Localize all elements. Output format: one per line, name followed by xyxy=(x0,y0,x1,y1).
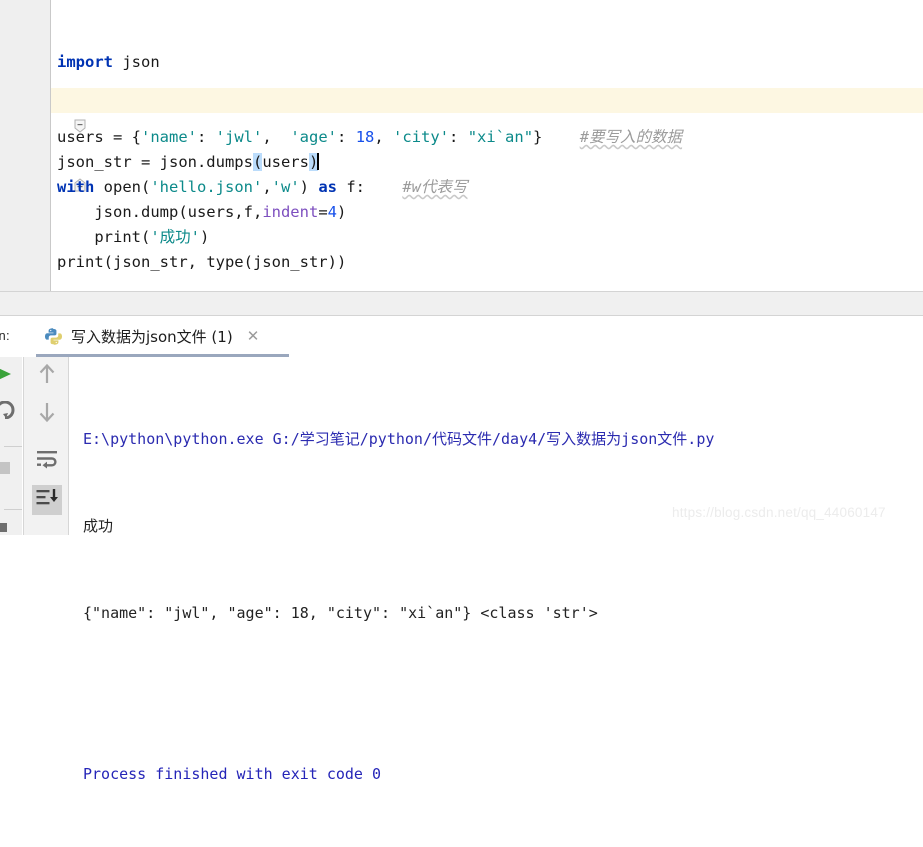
code-token: : xyxy=(449,128,468,146)
code-token: open( xyxy=(94,178,151,196)
code-token: 'name' xyxy=(141,128,197,146)
scroll-up-button[interactable] xyxy=(32,361,62,391)
console-spacer xyxy=(83,686,923,702)
code-token: with xyxy=(57,178,95,196)
code-text-area[interactable]: import json users = {'name': 'jwl', 'age'… xyxy=(51,0,923,291)
code-token: } xyxy=(533,128,543,146)
code-token: json_str = json.dumps xyxy=(57,153,253,171)
line-blank-2[interactable] xyxy=(51,100,923,125)
console-exit-line: Process finished with exit code 0 xyxy=(83,765,382,783)
code-token: = xyxy=(318,203,328,221)
stop-button[interactable] xyxy=(0,459,18,481)
line-users[interactable]: users = {'name': 'jwl', 'age': 18, 'city… xyxy=(51,125,923,150)
editor-left-margin xyxy=(0,0,36,291)
code-editor[interactable]: import json users = {'name': 'jwl', 'age'… xyxy=(0,0,923,291)
arrow-down-icon xyxy=(36,400,58,428)
text-caret xyxy=(317,153,320,170)
code-token: as xyxy=(318,178,337,196)
toolbar-divider xyxy=(4,509,22,510)
python-icon xyxy=(44,327,63,346)
console-command-line: E:\python\python.exe G:/学习笔记/python/代码文件… xyxy=(83,430,715,448)
code-token: 'jwl' xyxy=(215,128,263,146)
code-token: users xyxy=(262,153,309,171)
line-print-success[interactable]: print('成功') xyxy=(51,225,923,250)
code-lines: import json users = {'name': 'jwl', 'age'… xyxy=(51,50,923,275)
line-json-str[interactable]: json_str = json.dumps(users) xyxy=(51,150,923,175)
line-blank-1[interactable] xyxy=(51,75,923,100)
code-token: : xyxy=(197,128,216,146)
code-token: (json_str)) xyxy=(243,253,347,271)
code-comment: #要写入的数据 xyxy=(579,128,683,146)
code-token: 'age' xyxy=(290,128,338,146)
rerun-button[interactable] xyxy=(0,400,18,423)
code-token: , xyxy=(262,178,272,196)
panel-splitter[interactable] xyxy=(0,291,923,316)
scroll-to-end-button[interactable] xyxy=(32,485,62,515)
code-token: indent xyxy=(262,203,319,221)
code-token: ( xyxy=(252,153,263,171)
run-button[interactable] xyxy=(0,365,18,387)
code-gap xyxy=(542,128,579,146)
code-token: 18 xyxy=(355,128,375,146)
close-icon[interactable]: ✕ xyxy=(247,329,260,344)
scroll-to-end-icon xyxy=(35,487,59,513)
code-token: ) xyxy=(337,203,347,221)
code-token: , xyxy=(374,128,394,146)
run-tool-window-label: un: xyxy=(0,328,10,343)
editor-gutter[interactable] xyxy=(36,0,86,291)
code-token: ) xyxy=(299,178,319,196)
watermark: https://blog.csdn.net/qq_44060147 xyxy=(672,505,886,520)
toolbar-divider xyxy=(4,446,22,447)
code-token: 'city' xyxy=(393,128,450,146)
line-import[interactable]: import json xyxy=(51,50,923,75)
soft-wrap-icon xyxy=(35,447,59,473)
code-token: print(json_str, xyxy=(57,253,207,271)
code-token: , xyxy=(262,128,291,146)
line-with-open[interactable]: with open('hello.json','w') as f: #w代表写 xyxy=(51,175,923,200)
code-token: : xyxy=(337,128,356,146)
code-comment: #w代表写 xyxy=(402,178,468,196)
code-token: 'hello.json' xyxy=(150,178,263,196)
code-token: 'w' xyxy=(271,178,300,196)
code-token: print( xyxy=(57,228,151,246)
run-tab-title: 写入数据为json文件 (1) xyxy=(71,328,233,346)
code-gap xyxy=(365,178,402,196)
run-configuration-tab[interactable]: 写入数据为json文件 (1) ✕ xyxy=(36,316,263,357)
run-tab-bar: un: 写入数据为json文件 (1) ✕ xyxy=(0,316,923,357)
code-token: '成功' xyxy=(150,228,200,246)
pin-button[interactable] xyxy=(0,519,18,541)
scroll-down-button[interactable] xyxy=(32,399,62,429)
code-token: import xyxy=(57,53,113,71)
code-token: type xyxy=(206,253,244,271)
console-toolbar[interactable] xyxy=(23,357,69,535)
soft-wrap-button[interactable] xyxy=(32,445,62,475)
code-token: ) xyxy=(200,228,210,246)
code-token: users = { xyxy=(57,128,141,146)
line-print-jsonstr[interactable]: print(json_str, type(json_str)) xyxy=(51,250,923,275)
line-json-dump[interactable]: json.dump(users,f,indent=4) xyxy=(51,200,923,225)
run-tool-window: un: 写入数据为json文件 (1) ✕ xyxy=(0,316,923,783)
console-output-line-2: {"name": "jwl", "age": 18, "city": "xi`a… xyxy=(83,604,598,622)
code-token: json.dump(users,f, xyxy=(57,203,263,221)
code-token: 4 xyxy=(327,203,337,221)
arrow-up-icon xyxy=(36,362,58,390)
code-token: json xyxy=(113,53,160,71)
code-token: "xi`an" xyxy=(467,128,534,146)
run-actions-toolbar[interactable] xyxy=(0,357,22,535)
code-token: f: xyxy=(337,178,365,196)
